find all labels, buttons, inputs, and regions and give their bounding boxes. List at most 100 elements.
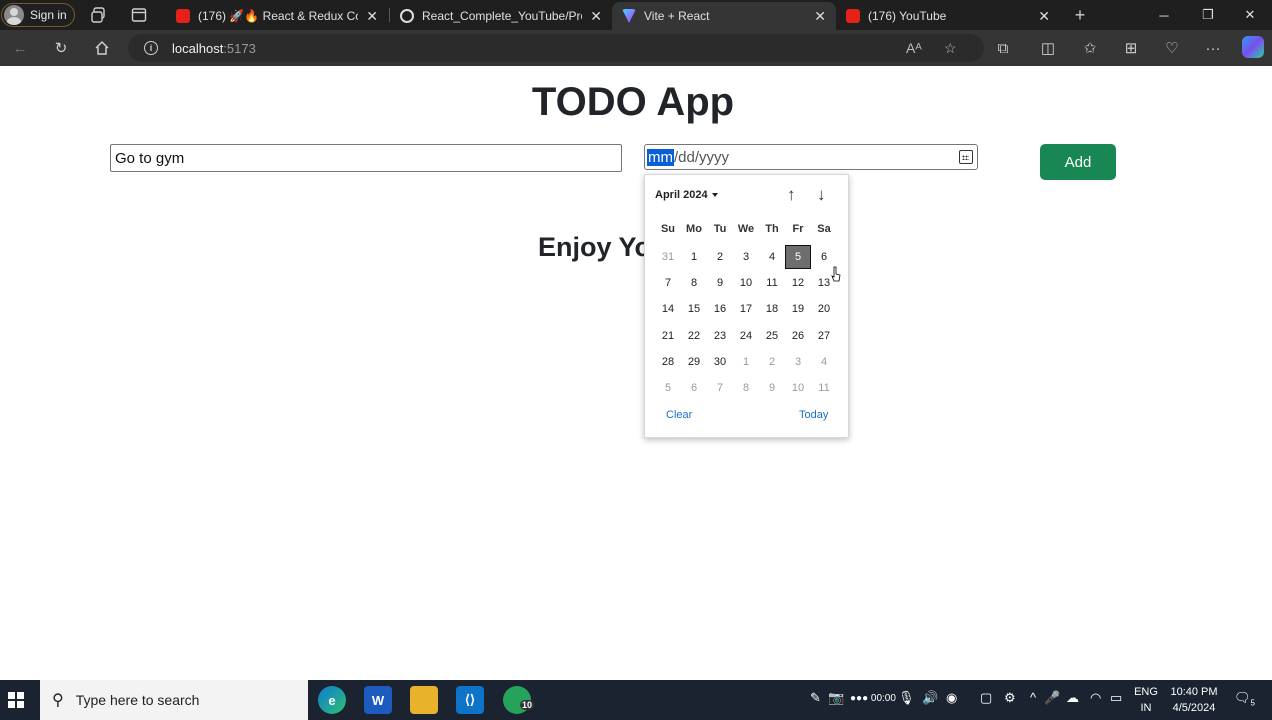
address-bar[interactable]: i localhost :5173 Aᴬ ☆	[128, 34, 984, 62]
collections-icon[interactable]: ⊞	[1121, 38, 1141, 58]
calendar-day[interactable]: 6	[681, 376, 707, 400]
calendar-day[interactable]: 9	[759, 376, 785, 400]
calendar-day[interactable]: 16	[707, 297, 733, 321]
microphone-icon[interactable]: 🎙	[898, 690, 915, 706]
favorite-star-icon[interactable]: ☆	[944, 40, 957, 57]
calendar-day[interactable]: 4	[811, 350, 837, 374]
tab-vite-react[interactable]: Vite + React ✕	[612, 2, 836, 30]
calendar-day[interactable]: 10	[785, 376, 811, 400]
next-month-arrow-icon[interactable]: ↓	[817, 185, 826, 205]
system-clock[interactable]: 10:40 PM 4/5/2024	[1166, 684, 1222, 716]
add-button[interactable]: Add	[1040, 144, 1116, 180]
today-button[interactable]: Today	[799, 409, 828, 421]
date-rest-segment[interactable]: /dd/yyyy	[674, 149, 729, 166]
restore-button[interactable]: ❐	[1186, 0, 1230, 30]
calendar-day[interactable]: 19	[785, 297, 811, 321]
notifications-icon[interactable]: 🗨5	[1234, 690, 1255, 708]
calendar-day[interactable]: 23	[707, 324, 733, 348]
calendar-day[interactable]: 2	[707, 245, 733, 269]
network-icon[interactable]: ☁	[1066, 690, 1079, 706]
todo-name-input[interactable]: Go to gym	[110, 144, 622, 172]
calendar-day[interactable]: 7	[655, 271, 681, 295]
calendar-day[interactable]: 24	[733, 324, 759, 348]
home-icon[interactable]	[92, 38, 112, 58]
calendar-day[interactable]: 11	[759, 271, 785, 295]
read-aloud-icon[interactable]: Aᴬ	[906, 40, 922, 56]
clear-date-button[interactable]: Clear	[666, 409, 692, 421]
mic-tray-icon[interactable]: 🎤	[1044, 690, 1060, 706]
calendar-day[interactable]: 31	[655, 245, 681, 269]
todo-date-input[interactable]: mm /dd/yyyy	[644, 144, 978, 170]
calendar-day[interactable]: 7	[707, 376, 733, 400]
calendar-day[interactable]: 17	[733, 297, 759, 321]
close-icon[interactable]: ✕	[366, 8, 378, 25]
calendar-day[interactable]: 3	[785, 350, 811, 374]
calendar-day[interactable]: 5	[655, 376, 681, 400]
battery-icon[interactable]: ▭	[1110, 690, 1122, 706]
tab-actions-icon[interactable]	[130, 6, 148, 24]
calendar-day[interactable]: 20	[811, 297, 837, 321]
tab-github-project[interactable]: React_Complete_YouTube/Project ✕	[390, 2, 612, 30]
refresh-icon[interactable]: ↻	[51, 38, 71, 58]
calendar-day[interactable]: 4	[759, 245, 785, 269]
vscode-icon[interactable]: ⟨⟩	[456, 686, 484, 714]
calendar-day[interactable]: 29	[681, 350, 707, 374]
camera-icon[interactable]: 📷	[828, 690, 844, 706]
calendar-day[interactable]: 26	[785, 324, 811, 348]
calendar-day[interactable]: 30	[707, 350, 733, 374]
volume-icon[interactable]: 🔊	[922, 690, 938, 706]
tab-react-redux-video[interactable]: (176) 🚀🔥 React & Redux Complete ✕	[166, 2, 388, 30]
profile-signin-button[interactable]: Sign in	[1, 3, 75, 27]
calendar-day[interactable]: 10	[733, 271, 759, 295]
tab-youtube[interactable]: (176) YouTube ✕	[836, 2, 1060, 30]
close-icon[interactable]: ✕	[590, 8, 602, 25]
taskbar-search-box[interactable]: ⚲ Type here to search	[40, 680, 308, 720]
month-year-dropdown[interactable]: April 2024	[655, 189, 718, 201]
extensions-icon[interactable]: ⧉	[993, 38, 1013, 58]
settings-gear-icon[interactable]: ⚙	[1004, 690, 1016, 706]
calendar-day[interactable]: 21	[655, 324, 681, 348]
edge-browser-icon[interactable]: e	[318, 686, 346, 714]
calendar-day[interactable]: 9	[707, 271, 733, 295]
calendar-day[interactable]: 1	[733, 350, 759, 374]
calendar-day[interactable]: 1	[681, 245, 707, 269]
calendar-day[interactable]: 25	[759, 324, 785, 348]
calendar-day[interactable]: 11	[811, 376, 837, 400]
wifi-icon[interactable]: ◠	[1090, 690, 1101, 706]
previous-month-arrow-icon[interactable]: ↑	[787, 185, 796, 205]
new-tab-button[interactable]: +	[1071, 5, 1089, 25]
calendar-day[interactable]: 8	[681, 271, 707, 295]
calendar-day[interactable]: 28	[655, 350, 681, 374]
calendar-day[interactable]: 18	[759, 297, 785, 321]
copilot-icon[interactable]	[1242, 36, 1264, 58]
calendar-icon[interactable]	[959, 150, 973, 164]
language-indicator[interactable]: ENG IN	[1132, 684, 1160, 716]
window-icon[interactable]: ▢	[980, 690, 992, 706]
calendar-day-selected[interactable]: 5	[785, 245, 811, 269]
show-hidden-icons-chevron-icon[interactable]: ^	[1030, 690, 1036, 705]
site-info-icon[interactable]: i	[144, 41, 158, 55]
close-window-button[interactable]: ✕	[1228, 0, 1272, 30]
calendar-day[interactable]: 27	[811, 324, 837, 348]
calendar-day[interactable]: 15	[681, 297, 707, 321]
workspaces-icon[interactable]	[90, 6, 108, 24]
close-icon[interactable]: ✕	[1038, 8, 1050, 25]
word-icon[interactable]: W	[364, 686, 392, 714]
calendar-day[interactable]: 2	[759, 350, 785, 374]
calendar-day[interactable]: 22	[681, 324, 707, 348]
recording-icon[interactable]: ◉	[946, 690, 957, 706]
calendar-day[interactable]: 3	[733, 245, 759, 269]
calendar-day[interactable]: 8	[733, 376, 759, 400]
date-month-segment[interactable]: mm	[647, 148, 674, 166]
back-arrow-icon[interactable]: ←	[10, 38, 30, 58]
calendar-day[interactable]: 12	[785, 271, 811, 295]
close-icon[interactable]: ✕	[814, 8, 826, 25]
minimize-button[interactable]: ─	[1142, 0, 1186, 30]
tray-pen-icon[interactable]: ✎	[810, 690, 821, 706]
split-screen-icon[interactable]: ◫	[1038, 38, 1058, 58]
calendar-day[interactable]: 14	[655, 297, 681, 321]
file-explorer-icon[interactable]	[410, 686, 438, 714]
whatsapp-icon[interactable]: 10	[503, 686, 535, 714]
performance-icon[interactable]: ♡	[1162, 38, 1182, 58]
favorites-icon[interactable]: ✩	[1080, 38, 1100, 58]
